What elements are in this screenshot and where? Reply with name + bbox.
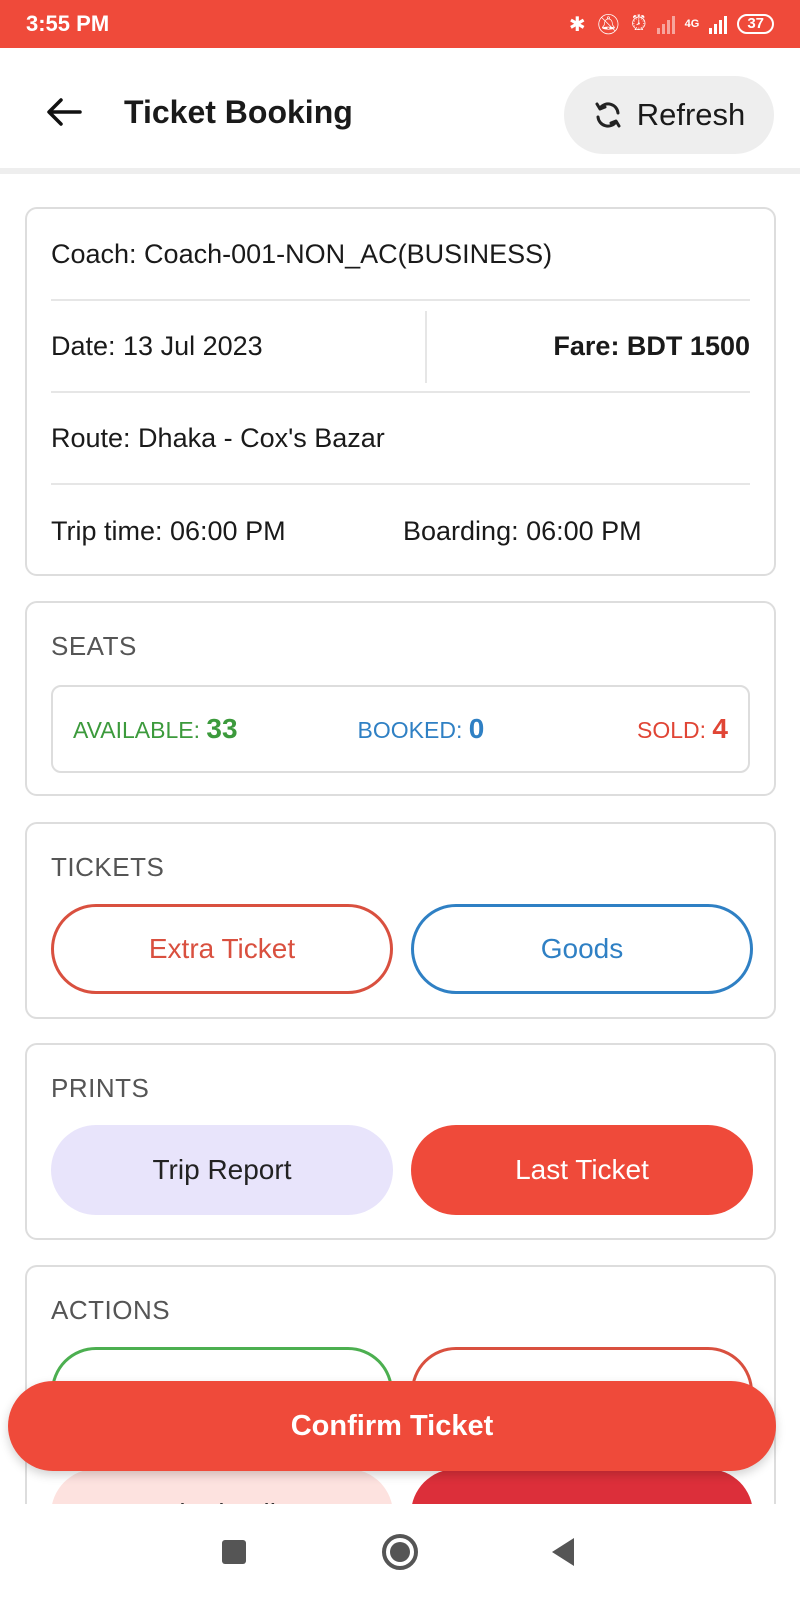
route-row: Route: Dhaka - Cox's Bazar	[51, 393, 750, 485]
actions-section-title: ACTIONS	[51, 1295, 171, 1325]
network-type: 4G	[684, 18, 700, 30]
seats-section-title: SEATS	[51, 631, 137, 661]
fare-text: Fare: BDT 1500	[553, 330, 750, 361]
booked-seats: BOOKED: 0	[357, 713, 485, 744]
recent-apps-icon[interactable]	[222, 1540, 246, 1564]
date-text: Date: 13 Jul 2023	[51, 330, 263, 361]
alarm-icon: ⏰︎	[631, 12, 647, 35]
trip-time-text: Trip time: 06:00 PM	[51, 515, 286, 546]
app-bar: Ticket Booking Refresh	[0, 48, 800, 174]
arrow-left-icon	[47, 98, 82, 126]
mute-icon: 🔕︎	[595, 13, 622, 36]
time-row: Trip time: 06:00 PM Boarding: 06:00 PM	[51, 485, 750, 577]
boarding-time-text: Boarding: 06:00 PM	[403, 515, 642, 546]
back-triangle-icon[interactable]	[552, 1538, 574, 1566]
wifi-signal-icon	[656, 14, 675, 34]
available-seats: AVAILABLE: 33	[73, 713, 238, 744]
refresh-button[interactable]: Refresh	[564, 76, 774, 154]
prints-card: PRINTS Trip Report Last Ticket	[25, 1043, 776, 1240]
refresh-icon	[595, 102, 621, 128]
last-ticket-button[interactable]: Last Ticket	[411, 1125, 753, 1215]
status-time: 3:55 PM	[26, 11, 110, 36]
trip-info-card: Coach: Coach-001-NON_AC(BUSINESS) Date: …	[25, 207, 776, 576]
vertical-divider	[425, 311, 427, 383]
seat-summary: AVAILABLE: 33 BOOKED: 0 SOLD: 4	[51, 685, 750, 773]
page-title: Ticket Booking	[124, 94, 353, 130]
system-nav-bar	[0, 1504, 800, 1600]
confirm-ticket-button[interactable]: Confirm Ticket	[8, 1381, 776, 1471]
home-icon[interactable]	[382, 1534, 418, 1570]
tickets-section-title: TICKETS	[51, 852, 165, 882]
refresh-label: Refresh	[636, 97, 746, 132]
prints-section-title: PRINTS	[51, 1073, 150, 1103]
coach-row: Coach: Coach-001-NON_AC(BUSINESS)	[51, 209, 750, 301]
status-bar: 3:55 PM ✱ 🔕︎ ⏰︎ 4G 37	[0, 0, 800, 48]
tickets-card: TICKETS Extra Ticket Goods	[25, 822, 776, 1019]
coach-text: Coach: Coach-001-NON_AC(BUSINESS)	[51, 238, 553, 269]
battery-icon: 37	[737, 14, 774, 34]
back-button[interactable]	[42, 92, 86, 132]
goods-button[interactable]: Goods	[411, 904, 753, 994]
extra-ticket-button[interactable]: Extra Ticket	[51, 904, 393, 994]
bluetooth-icon: ✱	[568, 13, 586, 36]
status-icons: ✱ 🔕︎ ⏰︎ 4G 37	[569, 12, 774, 37]
route-text: Route: Dhaka - Cox's Bazar	[51, 422, 385, 453]
trip-report-button[interactable]: Trip Report	[51, 1125, 393, 1215]
cell-signal-icon	[709, 14, 728, 34]
seats-card: SEATS AVAILABLE: 33 BOOKED: 0 SOLD: 4	[25, 601, 776, 796]
sold-seats: SOLD: 4	[637, 713, 728, 744]
date-fare-row: Date: 13 Jul 2023 Fare: BDT 1500	[51, 301, 750, 393]
